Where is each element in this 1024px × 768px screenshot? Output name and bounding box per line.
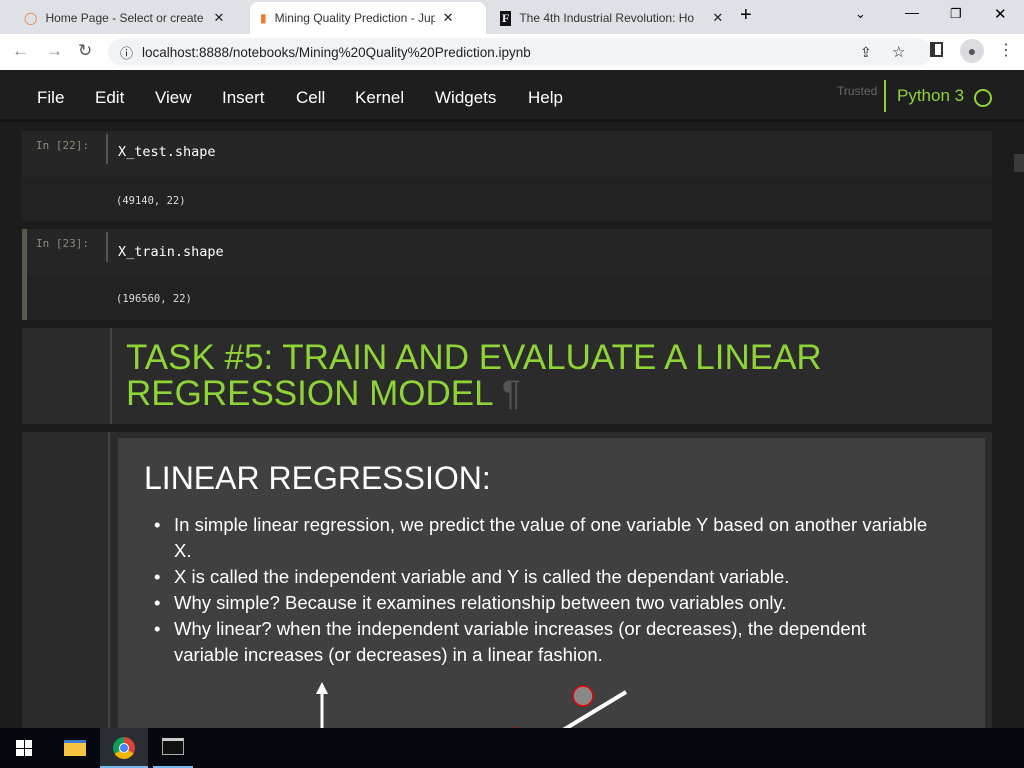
menu-widgets[interactable]: Widgets: [435, 88, 496, 108]
minimize-button[interactable]: —: [905, 4, 919, 20]
menu-file[interactable]: File: [37, 88, 64, 108]
close-icon[interactable]: ✕: [213, 10, 224, 26]
restore-button[interactable]: ❐: [950, 6, 962, 22]
output-area: (196560, 22): [27, 275, 992, 320]
url-text: localhost:8888/notebooks/Mining%20Qualit…: [142, 44, 531, 60]
info-icon: ⓘ: [120, 45, 134, 61]
side-panel-icon[interactable]: [930, 42, 943, 57]
cell-output: (49140, 22): [116, 195, 186, 207]
notebook-icon: ▮: [260, 11, 267, 25]
url-input[interactable]: ⓘ localhost:8888/notebooks/Mining%20Quali…: [108, 38, 932, 66]
tab-search-icon[interactable]: ⌄: [855, 6, 866, 22]
tab-title: Mining Quality Prediction - Jupyt: [274, 11, 435, 25]
close-icon[interactable]: ✕: [712, 10, 723, 26]
reload-button[interactable]: ↻: [78, 41, 92, 61]
file-explorer-icon[interactable]: [64, 740, 86, 756]
menu-kernel[interactable]: Kernel: [355, 88, 404, 108]
cell-prompt: In [22]:: [36, 139, 89, 152]
task-heading: TASK #5: TRAIN AND EVALUATE A LINEAR REG…: [126, 338, 822, 413]
code-cell-selected[interactable]: In [23]: X_train.shape (196560, 22): [22, 229, 992, 320]
chrome-icon: [113, 737, 135, 759]
tab-forbes[interactable]: F The 4th Industrial Revolution: Ho ✕: [490, 2, 733, 34]
menu-view[interactable]: View: [155, 88, 192, 108]
notebook-menubar: File Edit View Insert Cell Kernel Widget…: [0, 70, 1024, 122]
close-window-button[interactable]: ✕: [994, 5, 1007, 23]
bullet: In simple linear regression, we predict …: [154, 512, 936, 564]
back-button[interactable]: ←: [12, 41, 29, 61]
menu-insert[interactable]: Insert: [222, 88, 265, 108]
scrollbar[interactable]: [1012, 122, 1024, 728]
cell-code[interactable]: X_test.shape: [106, 134, 216, 164]
address-bar-area: ← → ↻ ⓘ localhost:8888/notebooks/Mining%2…: [0, 34, 1024, 70]
profile-avatar[interactable]: ●: [960, 39, 984, 63]
bullet: X is called the independent variable and…: [154, 564, 936, 590]
terminal-taskbar-button[interactable]: [153, 728, 193, 768]
forbes-icon: F: [500, 10, 512, 26]
markdown-cell[interactable]: TASK #5: TRAIN AND EVALUATE A LINEAR REG…: [22, 328, 992, 424]
new-tab-button[interactable]: +: [740, 4, 752, 27]
divider: [884, 80, 886, 112]
bullet: Why simple? Because it examines relation…: [154, 590, 936, 616]
kernel-name: Python 3: [897, 86, 965, 105]
star-icon[interactable]: ☆: [892, 43, 905, 61]
menu-help[interactable]: Help: [528, 88, 563, 108]
anchor-link[interactable]: ¶: [502, 374, 521, 413]
menu-kebab-icon[interactable]: ⋮: [998, 40, 1014, 60]
slide-bullets: In simple linear regression, we predict …: [154, 512, 936, 668]
terminal-icon: [162, 738, 184, 755]
cell-prompt: In [23]:: [36, 237, 89, 250]
cell-code[interactable]: X_train.shape: [106, 232, 224, 262]
bullet: Why linear? when the independent variabl…: [154, 616, 936, 668]
data-point: [572, 685, 594, 707]
menu-cell[interactable]: Cell: [296, 88, 325, 108]
chrome-taskbar-button[interactable]: [100, 728, 148, 768]
scroll-thumb[interactable]: [1014, 154, 1024, 172]
cell-output: (196560, 22): [116, 293, 192, 305]
output-area: (49140, 22): [22, 177, 992, 222]
jupyter-icon: ◯: [24, 11, 38, 25]
tab-title: Home Page - Select or create a n: [45, 11, 205, 25]
share-icon[interactable]: ⇪: [860, 44, 872, 61]
forward-button[interactable]: →: [46, 41, 63, 61]
tab-title: The 4th Industrial Revolution: Ho: [519, 11, 695, 25]
windows-start-icon[interactable]: [16, 740, 32, 756]
code-cell[interactable]: In [22]: X_test.shape (49140, 22): [22, 131, 992, 222]
menu-edit[interactable]: Edit: [95, 88, 124, 108]
tab-bar: ◯ Home Page - Select or create a n ✕ ▮ Mini…: [0, 0, 1024, 34]
slide-title: LINEAR REGRESSION:: [144, 460, 491, 496]
close-icon[interactable]: ✕: [443, 10, 454, 26]
markdown-image-cell[interactable]: LINEAR REGRESSION: In simple linear regr…: [22, 432, 992, 738]
arrow-head: [316, 682, 328, 694]
slide-image: LINEAR REGRESSION: In simple linear regr…: [118, 438, 985, 738]
tab-home[interactable]: ◯ Home Page - Select or create a n ✕: [14, 2, 234, 34]
kernel-status-icon: [974, 89, 992, 107]
taskbar: [0, 728, 1024, 768]
tab-mining[interactable]: ▮ Mining Quality Prediction - Jupyt ✕: [250, 2, 486, 34]
trusted-indicator[interactable]: Trusted: [837, 84, 877, 98]
